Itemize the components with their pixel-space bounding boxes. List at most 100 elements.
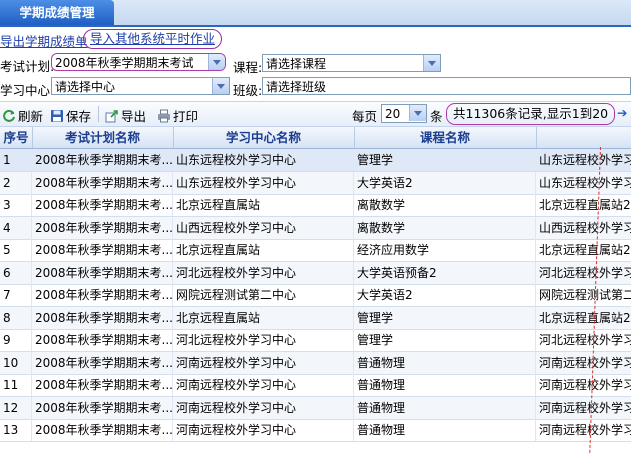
course-value: 请选择课程	[266, 57, 327, 71]
cell-index: 7	[0, 284, 32, 306]
cell-exam-plan: 2008年秋季学期期末考...	[32, 284, 173, 306]
cell-exam-plan: 2008年秋季学期期末考...	[32, 149, 173, 171]
cell-index: 5	[0, 239, 32, 261]
table-row[interactable]: 3 2008年秋季学期期末考... 北京远程直属站 离散数学 北京远程直属站2	[0, 194, 631, 217]
cell-learning-center: 北京远程直属站	[173, 194, 354, 216]
header-exam-plan[interactable]: 考试计划名称	[32, 127, 174, 148]
cell-extra: 河南远程校外学习	[539, 423, 631, 437]
table-row[interactable]: 8 2008年秋季学期期末考... 北京远程直属站 管理学 北京远程直属站2	[0, 306, 631, 330]
print-icon	[158, 109, 170, 123]
table-row[interactable]: 10 2008年秋季学期期末考... 河南远程校外学习中心 普通物理 河南远程校外学习	[0, 351, 631, 375]
cell-course: 离散数学	[354, 194, 536, 216]
cell-learning-center: 北京远程直属站	[173, 239, 354, 261]
cell-course: 大学英语2	[354, 171, 536, 194]
cell-learning-center: 北京远程直属站	[173, 306, 354, 329]
cell-course: 管理学	[354, 149, 536, 171]
per-page-unit: 条	[430, 109, 443, 124]
header-extra[interactable]	[536, 127, 631, 148]
cell-index: 13	[0, 419, 32, 441]
table-row[interactable]: 11 2008年秋季学期期末考... 河南远程校外学习中心 普通物理 河南远程校外学习	[0, 374, 631, 397]
cell-extra: 山东远程校外学习	[539, 153, 631, 167]
refresh-button[interactable]: 刷新	[2, 106, 43, 125]
cell-extra: 河南远程校外学习	[539, 400, 631, 415]
cell-extra: 北京远程直属站2	[539, 198, 631, 212]
cell-extra: 北京远程直属站2	[539, 243, 631, 257]
chevron-down-icon	[409, 105, 426, 121]
cell-learning-center: 河南远程校外学习中心	[173, 396, 354, 419]
class-select[interactable]: 请选择班级	[262, 77, 631, 95]
cell-extra: 河北远程校外学习	[539, 333, 631, 347]
cell-extra: 网院远程测试第二	[539, 288, 631, 302]
class-value: 请选择班级	[266, 80, 327, 94]
course-select[interactable]: 请选择课程	[262, 54, 441, 72]
toolbar-divider	[98, 106, 99, 122]
grid-toolbar: 刷新 保存 导出 打印 每页 20 条 共11306条记录,显示1到20 ➔	[0, 101, 631, 127]
export-scores-link[interactable]: 导出学期成绩单	[0, 31, 88, 50]
chevron-down-icon	[212, 78, 229, 94]
cell-exam-plan: 2008年秋季学期期末考...	[32, 171, 173, 194]
table-row[interactable]: 7 2008年秋季学期期末考... 网院远程测试第二中心 大学英语2 网院远程测试第二	[0, 284, 631, 307]
cell-index: 8	[0, 306, 32, 329]
save-icon	[51, 110, 63, 122]
cell-exam-plan: 2008年秋季学期期末考...	[32, 374, 173, 396]
cell-index: 3	[0, 194, 32, 216]
export-label: 导出	[121, 109, 147, 124]
cell-exam-plan: 2008年秋季学期期末考...	[32, 351, 173, 374]
course-label: 课程:	[233, 60, 263, 75]
header-course[interactable]: 课程名称	[354, 127, 537, 148]
cell-exam-plan: 2008年秋季学期期末考...	[32, 194, 173, 216]
table-row[interactable]: 9 2008年秋季学期期末考... 河北远程校外学习中心 管理学 河北远程校外学习	[0, 329, 631, 352]
cell-exam-plan: 2008年秋季学期期末考...	[32, 419, 173, 441]
table-row[interactable]: 1 2008年秋季学期期末考... 山东远程校外学习中心 管理学 山东远程校外学习	[0, 149, 631, 172]
cell-index: 10	[0, 351, 32, 374]
table-row[interactable]: 5 2008年秋季学期期末考... 北京远程直属站 经济应用数学 北京远程直属站2	[0, 239, 631, 262]
cell-course: 普通物理	[354, 419, 536, 441]
cell-exam-plan: 2008年秋季学期期末考...	[32, 396, 173, 419]
cell-course: 经济应用数学	[354, 239, 536, 261]
import-homework-link[interactable]: 导入其他系统平时作业	[83, 29, 223, 49]
cell-learning-center: 山东远程校外学习中心	[173, 149, 354, 171]
cell-extra: 山西远程校外学习	[539, 220, 631, 235]
table-row[interactable]: 13 2008年秋季学期期末考... 河南远程校外学习中心 普通物理 河南远程校外学习	[0, 419, 631, 442]
tab-strip: 学期成绩管理	[0, 0, 631, 27]
chevron-down-icon	[208, 54, 225, 70]
table-row[interactable]: 12 2008年秋季学期期末考... 河南远程校外学习中心 普通物理 河南远程校外学习	[0, 396, 631, 420]
table-row[interactable]: 2 2008年秋季学期期末考... 山东远程校外学习中心 大学英语2 山东远程校外学习	[0, 171, 631, 195]
next-page-icon[interactable]: ➔	[617, 105, 627, 120]
cell-course: 普通物理	[354, 374, 536, 396]
header-index[interactable]: 序号	[0, 127, 33, 148]
cell-index: 9	[0, 329, 32, 351]
cell-extra: 山东远程校外学习	[539, 175, 631, 190]
cell-index: 2	[0, 171, 32, 194]
header-learning-center[interactable]: 学习中心名称	[173, 127, 355, 148]
learning-center-label: 学习中心:	[0, 83, 55, 98]
save-button[interactable]: 保存	[50, 106, 91, 125]
cell-learning-center: 河南远程校外学习中心	[173, 351, 354, 374]
export-icon	[105, 110, 118, 123]
exam-plan-select[interactable]: 2008年秋季学期期末考试	[51, 53, 226, 71]
cell-course: 普通物理	[354, 396, 536, 419]
cell-learning-center: 河南远程校外学习中心	[173, 419, 354, 441]
table-row[interactable]: 6 2008年秋季学期期末考... 河北远程校外学习中心 大学英语预备2 河北远程校外学…	[0, 261, 631, 285]
per-page-select[interactable]: 20	[381, 104, 427, 123]
exam-plan-value: 2008年秋季学期期末考试	[55, 56, 194, 70]
per-page-value: 20	[385, 107, 401, 121]
cell-course: 大学英语2	[354, 284, 536, 306]
cell-course: 管理学	[354, 306, 536, 329]
cell-index: 12	[0, 396, 32, 419]
table-row[interactable]: 4 2008年秋季学期期末考... 山西远程校外学习中心 离散数学 山西远程校外学习	[0, 216, 631, 240]
per-page-label: 每页	[352, 109, 378, 124]
export-button[interactable]: 导出	[105, 106, 146, 125]
print-button[interactable]: 打印	[157, 106, 198, 125]
learning-center-select[interactable]: 请选择中心	[51, 77, 230, 95]
cell-extra: 河北远程校外学习	[539, 265, 631, 280]
tab-semester-score-management[interactable]: 学期成绩管理	[0, 0, 114, 25]
record-summary: 共11306条记录,显示1到20	[446, 103, 616, 125]
exam-plan-label: 考试计划:	[0, 59, 55, 74]
cell-extra: 河南远程校外学习	[539, 378, 631, 392]
learning-center-value: 请选择中心	[55, 80, 116, 94]
cell-learning-center: 山东远程校外学习中心	[173, 171, 354, 194]
cell-index: 11	[0, 374, 32, 396]
cell-learning-center: 山西远程校外学习中心	[173, 216, 354, 239]
cell-extra: 北京远程直属站2	[539, 310, 631, 325]
